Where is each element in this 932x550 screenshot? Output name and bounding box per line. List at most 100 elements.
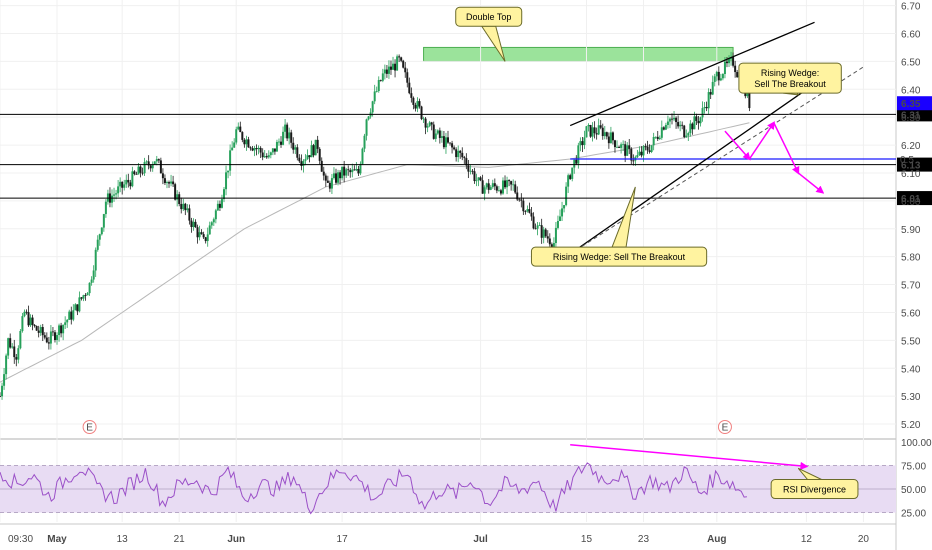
candle-body <box>442 136 445 148</box>
candle-body <box>184 203 187 211</box>
candle-body <box>271 148 274 153</box>
candle-body <box>579 141 582 146</box>
candle-body <box>654 136 657 138</box>
candle-body <box>385 69 388 74</box>
candle-body <box>556 220 559 228</box>
rsi-divergence-callout-text-line: RSI Divergence <box>783 485 846 495</box>
wedge-callout-upper-text-line: Rising Wedge: <box>761 68 819 78</box>
candle-body <box>27 312 30 326</box>
wedge-callout-upper-text-line: Sell The Breakout <box>754 79 826 89</box>
candle-body <box>198 232 201 238</box>
candle-body <box>628 145 631 149</box>
candle-body <box>524 211 527 213</box>
candle-body <box>544 229 547 237</box>
candle-body <box>300 161 303 166</box>
candle-body <box>351 169 354 173</box>
candle-body <box>607 136 610 144</box>
candle-body <box>459 150 462 153</box>
candle-body <box>90 279 93 283</box>
candle-body <box>499 190 502 194</box>
candle-body <box>581 141 584 146</box>
candle-body <box>495 186 498 191</box>
candle-body <box>225 172 228 190</box>
candle-body <box>125 179 128 185</box>
candle-body <box>475 180 478 182</box>
candle-body <box>616 146 619 148</box>
rsi-divergence-callout-text: RSI Divergence <box>783 485 846 495</box>
candle-body <box>620 144 623 148</box>
candle-body <box>671 118 673 120</box>
candle-body <box>438 130 441 138</box>
candle-body <box>506 180 509 188</box>
candle-body <box>732 57 735 66</box>
candle-body <box>447 137 449 143</box>
price-tick-label: 5.50 <box>901 336 921 347</box>
candle-body <box>563 205 566 209</box>
candle-body <box>611 132 614 141</box>
candle-body <box>534 228 537 230</box>
candle-body <box>102 214 105 228</box>
candle-body <box>520 199 523 201</box>
candle-body <box>155 159 158 162</box>
candle-body <box>176 194 179 200</box>
candle-body <box>554 227 557 244</box>
candle-body <box>687 133 690 136</box>
candle-body <box>263 156 266 158</box>
candle-body <box>559 216 561 221</box>
candle-body <box>80 297 83 299</box>
candle-body <box>561 208 564 217</box>
earnings-marker-label: E <box>86 423 93 434</box>
candle-body <box>414 104 417 109</box>
time-tick-label: 15 <box>581 534 593 545</box>
candle-body <box>49 331 52 344</box>
candle-body <box>157 159 160 161</box>
candle-body <box>62 324 65 334</box>
candle-body <box>255 148 258 150</box>
rsi-tick-label: 50.00 <box>901 485 926 496</box>
candle-body <box>412 97 415 105</box>
candle-body <box>115 193 118 195</box>
candle-body <box>461 152 464 158</box>
candle-body <box>593 127 596 134</box>
candle-body <box>685 135 688 138</box>
candle-body <box>31 317 34 325</box>
candle-body <box>53 332 56 341</box>
candle-body <box>58 325 61 336</box>
candle-body <box>508 180 511 182</box>
candle-body <box>613 140 616 148</box>
candle-body <box>23 311 26 317</box>
candle-body <box>306 155 309 160</box>
candle-body <box>440 136 443 138</box>
candle-body <box>504 180 507 188</box>
candle-body <box>159 160 162 174</box>
candle-body <box>467 165 470 172</box>
candle-body <box>658 137 661 140</box>
stock-chart: 6.31 6.13 6.01 6.35 0.5 E E Double Top Rising W… <box>0 0 932 550</box>
time-tick-label: Jun <box>227 534 245 545</box>
candle-body <box>233 142 236 148</box>
candle-body <box>709 92 712 95</box>
candle-body <box>33 324 36 327</box>
price-tick-label: 6.40 <box>901 85 921 96</box>
candle-body <box>514 184 517 193</box>
price-tick-label: 5.80 <box>901 253 921 264</box>
candle-body <box>135 173 138 175</box>
price-tick-label: 6.00 <box>901 197 921 208</box>
candle-body <box>39 327 42 333</box>
candle-body <box>493 183 496 187</box>
candle-body <box>341 166 344 179</box>
candle-body <box>0 396 1 397</box>
candle-body <box>11 346 14 348</box>
double-top-zone <box>423 46 734 62</box>
candle-body <box>210 222 213 226</box>
candle-body <box>310 145 313 158</box>
candle-body <box>644 146 647 148</box>
candle-body <box>247 139 250 148</box>
candle-body <box>212 219 215 223</box>
candle-body <box>528 209 531 213</box>
candle-body <box>259 147 262 153</box>
candle-body <box>68 311 71 320</box>
candle-body <box>648 150 651 152</box>
candle-body <box>389 66 392 70</box>
candle-body <box>477 177 480 181</box>
